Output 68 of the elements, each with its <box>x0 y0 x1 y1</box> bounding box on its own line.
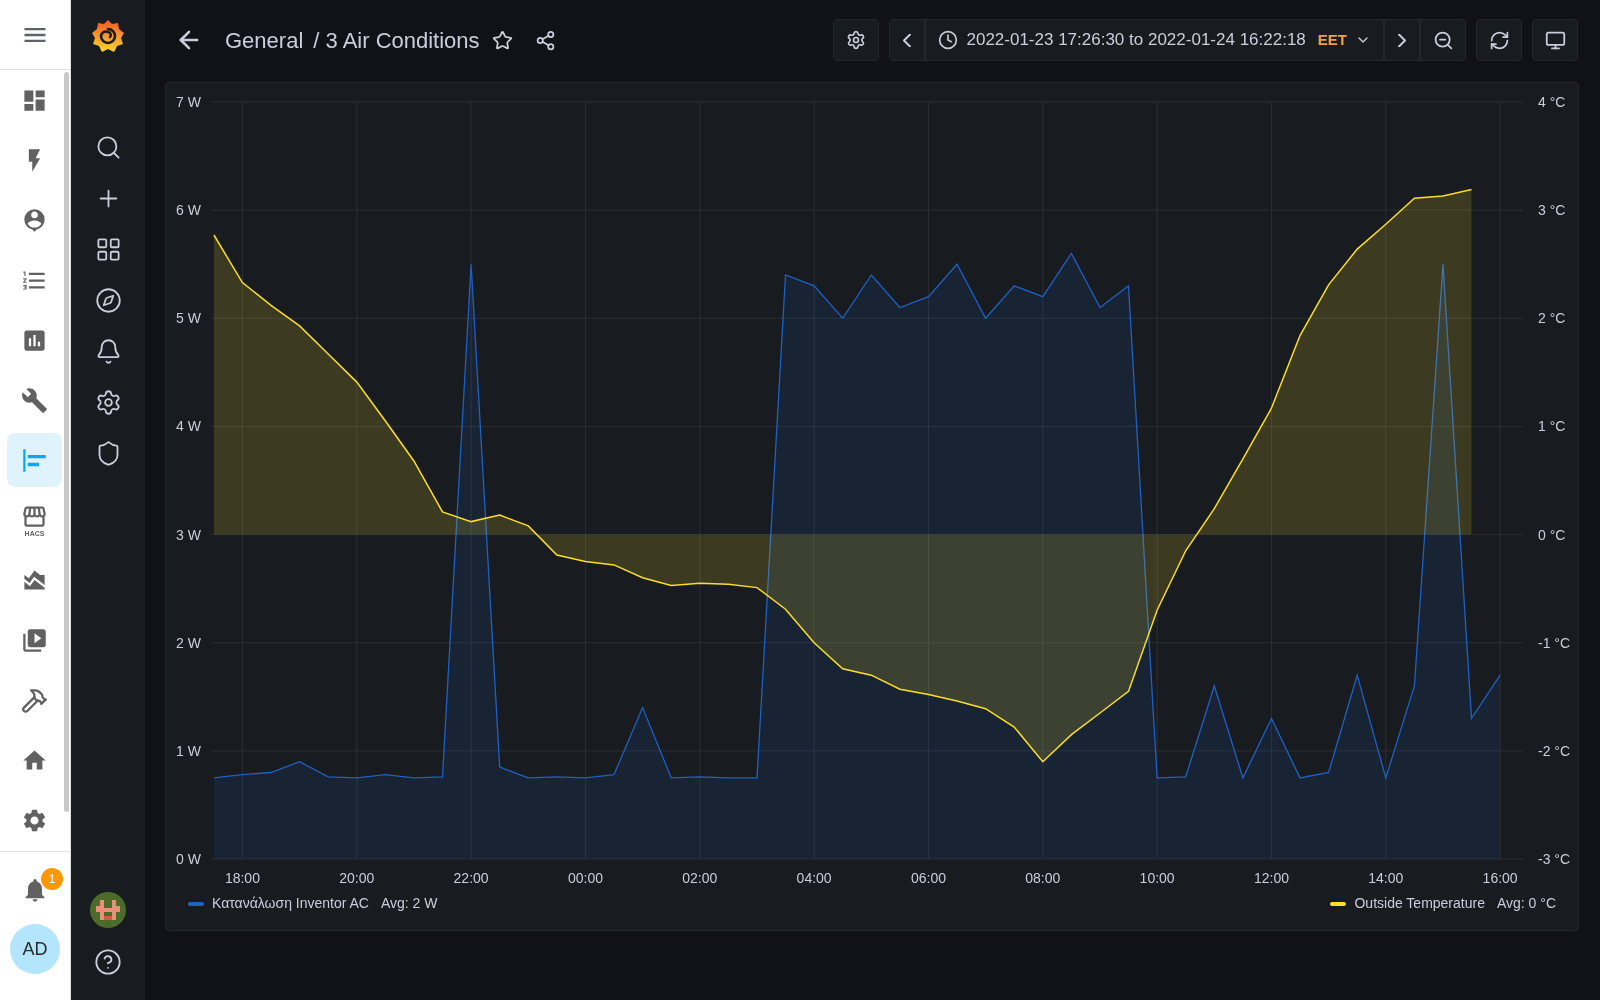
chevron-left-icon <box>903 33 912 47</box>
settings-button[interactable] <box>833 19 880 61</box>
axis-label: 04:00 <box>796 870 832 886</box>
axis-label: 16:00 <box>1482 870 1518 886</box>
axis-label: -1 °C <box>1538 634 1571 651</box>
hammer-icon <box>21 686 48 714</box>
search-icon[interactable] <box>94 134 122 161</box>
axis-label: 2 W <box>176 634 201 651</box>
previous-button[interactable] <box>889 19 926 61</box>
axis-label: 02:00 <box>682 870 718 886</box>
help-icon[interactable] <box>94 948 122 976</box>
bars-icon <box>21 446 48 474</box>
axis-label: 08:00 <box>1025 870 1061 886</box>
timezone-label: EET <box>1317 29 1347 50</box>
scrollbar[interactable] <box>64 72 69 812</box>
media-icon <box>21 626 48 654</box>
legend-average: Avg: 0 °C <box>1496 894 1556 913</box>
axis-label: 6 W <box>176 202 201 219</box>
legend-item[interactable]: Outside Temperature Avg: 0 °C <box>1330 893 1556 914</box>
legend-name: Outside Temperature <box>1354 894 1485 913</box>
breadcrumb-link[interactable]: General <box>225 23 304 57</box>
axis-label: -2 °C <box>1538 742 1571 759</box>
dashboard-title: / 3 Air Conditions <box>313 26 480 55</box>
axis-label: 2 °C <box>1538 310 1566 327</box>
axis-label: 00:00 <box>567 870 603 886</box>
zoom-out-icon <box>1432 29 1454 51</box>
axis-label: 20:00 <box>339 870 375 886</box>
person-card-icon <box>21 206 48 234</box>
refresh-icon <box>1488 29 1510 51</box>
user-avatar[interactable]: AD <box>10 924 60 974</box>
refresh-button[interactable] <box>1476 19 1522 61</box>
clock-icon <box>938 30 959 50</box>
notification-badge: 1 <box>41 868 63 890</box>
monitor-icon <box>1544 29 1566 51</box>
time-range-text: 2022-01-23 17:26:30 to 2022-01-24 16:22:18 <box>966 29 1306 52</box>
axis-label: 10:00 <box>1139 870 1175 886</box>
legend-name: Κατανάλωση Inventor AC <box>212 894 369 913</box>
axis-label: 0 °C <box>1538 526 1566 543</box>
compass-icon[interactable] <box>94 287 122 314</box>
store-icon <box>21 503 48 530</box>
axis-label: 22:00 <box>453 870 489 886</box>
settings-icon <box>846 30 867 50</box>
chevron-right-icon <box>1398 33 1406 47</box>
share-icon[interactable] <box>534 29 556 51</box>
zoom-out-button[interactable] <box>1420 19 1466 61</box>
axis-label: 4 W <box>176 418 201 435</box>
logo-icon[interactable] <box>90 18 126 54</box>
axis-label: 5 W <box>176 310 201 327</box>
star-icon[interactable] <box>491 29 513 51</box>
axis-label: 1 °C <box>1538 418 1566 435</box>
axis-label: 7 W <box>176 94 201 110</box>
axis-label: 06:00 <box>910 870 946 886</box>
wrench-icon <box>21 386 48 414</box>
settings-icon[interactable] <box>94 389 122 416</box>
grid-icon[interactable] <box>94 236 122 263</box>
axis-label: 4 °C <box>1538 94 1566 110</box>
view-mode-button[interactable] <box>1532 19 1578 61</box>
axis-label: 3 °C <box>1538 202 1566 219</box>
legend-item[interactable]: Κατανάλωση Inventor AC Avg: 2 W <box>188 893 438 914</box>
axis-label: 14:00 <box>1368 870 1404 886</box>
axis-label: 12:00 <box>1253 870 1289 886</box>
axis-label: 18:00 <box>224 870 260 886</box>
axis-label: 3 W <box>176 526 201 543</box>
axis-label: -3 °C <box>1538 851 1571 867</box>
time-range-picker[interactable]: 2022-01-23 17:26:30 to 2022-01-24 16:22:18 EET <box>925 19 1384 61</box>
axis-label: 1 W <box>176 742 201 759</box>
axis-label: 0 W <box>176 851 201 867</box>
legend-average: Avg: 2 W <box>380 894 438 913</box>
